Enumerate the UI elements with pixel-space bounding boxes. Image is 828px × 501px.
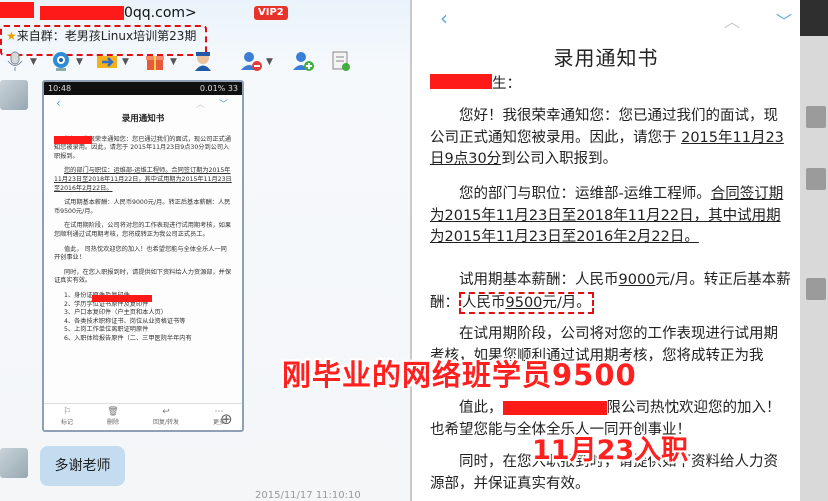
delete-button[interactable]: 🗑 删除 [107, 404, 119, 430]
note-icon[interactable] [330, 50, 352, 72]
phone-paragraph: 值此， 司热忱欢迎您的加入！也希望您能与全体全乐人一同开创事业！ [54, 245, 227, 262]
camera-icon[interactable]: ▼ [50, 50, 83, 72]
background-window-strip [800, 0, 828, 501]
gift-icon[interactable]: ▼ [144, 50, 177, 72]
chevron-down-icon[interactable]: ▼ [170, 57, 177, 67]
offer-letter-view: ‹ ︿ ﹀ 录用通知书 生： 您好！我很荣幸通知您：您已通过我们的面试，现公司正… [412, 0, 800, 501]
phone-bottom-bar: ⚐ 标记 🗑 删除 ↩ 回复/转发 ⋯ 更多 [44, 403, 242, 430]
reply-icon: ↩ [162, 407, 170, 417]
background-window-tab[interactable] [806, 278, 826, 300]
doc-paragraph-3: 试用期基本薪酬：人民币9000元/月。转正后基本薪酬： 人民币9500元/月。 [430, 270, 792, 314]
phone-list-item: 5、上岗工作单位离职证明原件 [64, 326, 149, 334]
doc-salutation: 生： [492, 76, 521, 92]
phone-list-item: 6、入职体检报告原件（二、三甲医院半年内有 [64, 334, 192, 342]
group-source: ★来自群：老男孩Linux培训第23期 [6, 27, 196, 44]
message-bubble: 多谢老师 [40, 446, 125, 486]
chat-window: 0qq.com> VIP2 ★来自群：老男孩Linux培训第23期 ▼ ▼ ▼ … [0, 0, 410, 501]
phone-paragraph: 同时，在您入职报到时，请提供如下资料给人力资源部，并保证真实有效。 [54, 268, 232, 285]
chevron-down-icon[interactable]: ﹀ [776, 8, 792, 32]
redacted-name [0, 2, 34, 18]
phone-nav-bar: ‹ ︿ ﹀ [44, 95, 242, 113]
chevron-down-icon[interactable]: ▼ [266, 57, 273, 67]
transfer-icon[interactable]: ▼ [96, 50, 129, 72]
trash-icon: 🗑 [107, 407, 119, 417]
group-source-label: 来自群：老男孩Linux培训第23期 [16, 29, 197, 43]
redacted-email [40, 6, 124, 20]
overlay-caption-1: 刚毕业的网络班学员9500 [282, 358, 637, 392]
chevron-up-icon: ︿ [196, 100, 206, 110]
vip-badge: VIP2 [254, 6, 288, 20]
phone-paragraph: 在试用期阶段，公司将对您的工作表现进行试用期考核，如果您顺利通过试用期考核，您将… [54, 222, 232, 238]
phone-status-bar: 10:48 0.01% 33 [44, 82, 242, 95]
background-window-tab[interactable] [806, 106, 826, 128]
phone-list-item: 3、户口本复印件（户主页和本人页） [64, 309, 167, 317]
back-icon: ‹ [56, 96, 61, 110]
back-icon[interactable]: ‹ [440, 6, 448, 30]
remove-user-icon[interactable]: ▼ [240, 50, 273, 72]
message-timestamp: 2015/11/17 11:10:10 [255, 490, 361, 501]
chevron-down-icon[interactable]: ▼ [30, 57, 37, 67]
chevron-down-icon[interactable]: ▼ [122, 57, 129, 67]
chevron-up-icon[interactable]: ︿ [724, 8, 740, 32]
phone-list-item: 4、各类技术职称证书、岗位从业资格证书等 [64, 317, 186, 325]
microphone-icon[interactable]: ▼ [4, 50, 37, 72]
redacted-recipient [54, 136, 92, 144]
doc-paragraph-1: 您好！我很荣幸通知您：您已通过我们的面试，现公司正式通知您被录用。因此，请您于 … [430, 108, 784, 167]
phone-document: 录用通知书 您好！我很荣幸通知您：您已通过我们的面试，现公司正式通知您被录用。因… [44, 115, 242, 343]
background-window-titlebar [800, 0, 828, 36]
zoom-icon[interactable]: ⊕ [220, 410, 233, 428]
chat-toolbar: ▼ ▼ ▼ ▼ ▼ [0, 46, 410, 74]
redacted-recipient [430, 74, 492, 89]
user-service-icon[interactable] [192, 50, 214, 72]
phone-doc-title: 录用通知书 [121, 114, 165, 124]
redacted-company [92, 295, 152, 302]
doc-paragraph-2: 您的部门与职位：运维部-运维工程师。合同签订期为2015年11月23日至2018… [430, 186, 784, 245]
avatar[interactable] [0, 448, 28, 478]
contact-email: 0qq.com> [124, 5, 197, 21]
salary-annotation-box: 人民币9500元/月。 [459, 291, 594, 314]
reply-forward-button[interactable]: ↩ 回复/转发 [153, 404, 179, 430]
background-window-tab[interactable] [806, 168, 826, 190]
doc-title: 录用通知书 [553, 46, 659, 70]
avatar[interactable] [0, 80, 28, 110]
chevron-down-icon[interactable]: ▼ [76, 57, 83, 67]
phone-status-time: 10:48 [48, 84, 72, 93]
phone-paragraph: 试用期基本薪酬：人民币9000元/月。转正后基本薪酬：人民币9500元/月。 [54, 199, 231, 215]
overlay-caption-2: 11月23入职 [532, 435, 689, 466]
redacted-company [502, 401, 607, 415]
phone-screenshot-image[interactable]: 10:48 0.01% 33 ‹ ︿ ﹀ 录用通知书 您好！我很荣幸通知您：您已… [42, 80, 244, 432]
chevron-down-icon: ﹀ [219, 100, 229, 110]
phone-paragraph: 您的部门与职位：运维部-运维工程师。合同签订期为2015年11月23日至2018… [54, 167, 232, 192]
phone-status-right: 0.01% 33 [199, 84, 238, 93]
star-icon: ★ [6, 29, 17, 43]
add-user-icon[interactable] [292, 50, 314, 72]
flag-button[interactable]: ⚐ 标记 [61, 404, 73, 430]
flag-icon: ⚐ [62, 407, 72, 417]
